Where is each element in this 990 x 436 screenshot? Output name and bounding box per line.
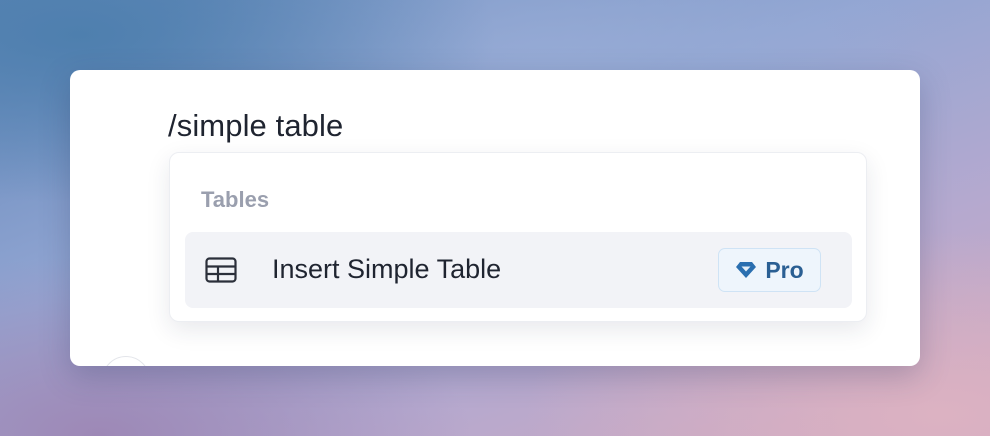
pro-badge: Pro [718, 248, 821, 292]
slash-command-input[interactable]: /simple table [168, 108, 343, 144]
menu-item-label: Insert Simple Table [272, 254, 502, 284]
editor-card: /simple table Tables Insert Simple Table [70, 70, 920, 366]
diamond-icon [735, 261, 757, 279]
menu-section-heading: Tables [201, 187, 270, 212]
menu-item-insert-simple-table[interactable]: Insert Simple Table Pro [185, 232, 852, 308]
add-block-button[interactable] [102, 356, 150, 366]
pro-badge-label: Pro [765, 256, 804, 283]
command-menu: Tables Insert Simple Table Pro [169, 152, 867, 322]
table-icon [205, 257, 237, 283]
